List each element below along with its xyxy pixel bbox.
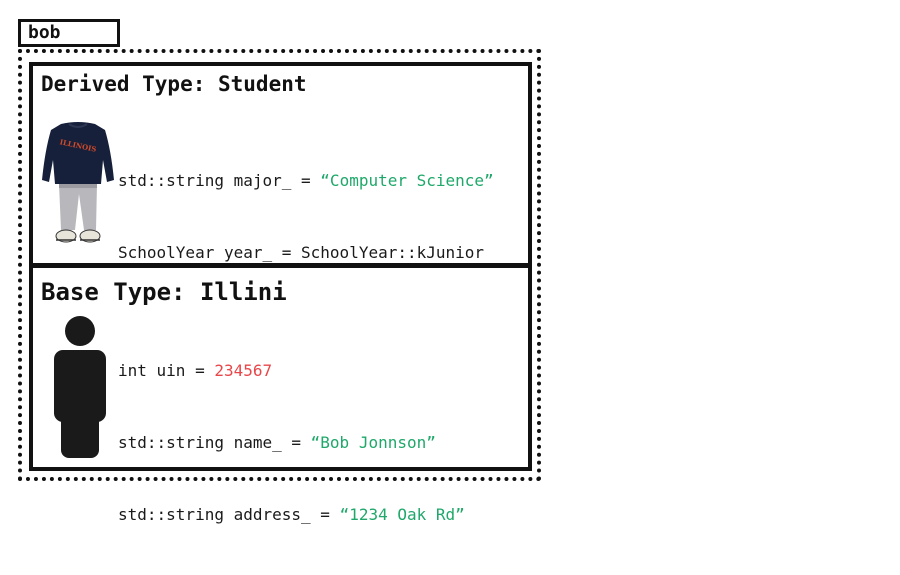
field-name: std::string name_ = “Bob Jonnson”: [118, 431, 465, 455]
field-major-decl: std::string major_ =: [118, 171, 321, 190]
student-outfit-icon: ILLINOIS: [42, 122, 114, 243]
field-major: std::string major_ = “Computer Science”: [118, 169, 494, 193]
field-address-decl: std::string address_ =: [118, 505, 340, 524]
person-silhouette-icon: [54, 316, 106, 458]
object-name-label: bob: [18, 19, 120, 47]
field-year: SchoolYear year_ = SchoolYear::kJunior: [118, 241, 494, 265]
field-major-value: “Computer Science”: [320, 171, 494, 190]
derived-type-panel: Derived Type: Student ILLINOIS std::stri…: [29, 62, 532, 267]
field-uin: int uin = 234567: [118, 359, 465, 383]
field-name-decl: std::string name_ =: [118, 433, 311, 452]
base-type-panel: Base Type: Illini int uin = 234567 std::…: [29, 264, 532, 524]
object-name: bob: [28, 22, 61, 43]
field-name-value: “Bob Jonnson”: [310, 433, 436, 452]
field-year-decl: SchoolYear year_ = SchoolYear::kJunior: [118, 243, 485, 262]
field-address-value: “1234 Oak Rd”: [339, 505, 465, 524]
field-uin-decl: int uin =: [118, 361, 215, 380]
field-address: std::string address_ = “1234 Oak Rd”: [118, 503, 465, 527]
derived-type-heading: Derived Type: Student: [41, 72, 307, 96]
base-type-heading: Base Type: Illini: [41, 278, 287, 306]
base-fields: int uin = 234567 std::string name_ = “Bo…: [118, 311, 465, 575]
field-uin-value: 234567: [214, 361, 273, 380]
